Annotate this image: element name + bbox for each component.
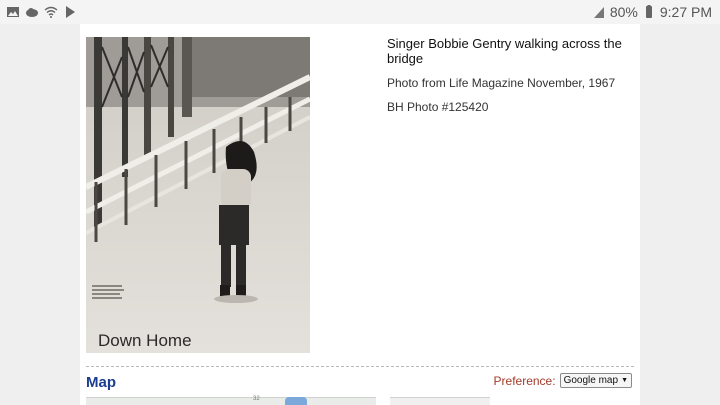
preference-label: Preference: — [493, 373, 556, 388]
map-type-value: Google map — [563, 375, 619, 386]
photo-illustration — [86, 37, 310, 353]
battery-percent: 80% — [609, 4, 638, 20]
map-label: 32 — [253, 396, 260, 402]
photo-caption: Down Home — [98, 331, 192, 350]
clock: 9:27 PM — [659, 4, 712, 20]
photo-info: Singer Bobbie Gentry walking across the … — [387, 36, 627, 114]
map-heading: Map — [86, 374, 116, 391]
section-divider — [86, 366, 634, 367]
wifi-icon — [44, 5, 58, 19]
map-secondary-view[interactable] — [390, 397, 490, 405]
play-store-icon — [63, 5, 77, 19]
map-view[interactable] — [86, 397, 376, 405]
page-content[interactable]: Down Home Singer Bobbie Gentry walking a… — [80, 24, 640, 405]
dropdown-arrow-icon: ▼ — [621, 377, 628, 384]
battery-icon — [642, 5, 656, 19]
status-bar: 80% 9:27 PM — [0, 0, 720, 24]
cloud-icon — [25, 5, 39, 19]
photo-title: Singer Bobbie Gentry walking across the … — [387, 36, 622, 66]
map-road — [285, 397, 307, 405]
photo-source: Photo from Life Magazine November, 1967 — [387, 76, 616, 90]
left-gutter — [0, 24, 80, 405]
status-right: 80% 9:27 PM — [592, 4, 712, 20]
signal-icon — [592, 5, 606, 19]
right-gutter — [640, 24, 720, 405]
photo-id: BH Photo #125420 — [387, 100, 489, 114]
bridge-photo[interactable]: Down Home — [86, 37, 310, 353]
map-type-select[interactable]: Google map ▼ — [559, 373, 632, 388]
map-preference: Preference: Google map ▼ — [494, 373, 632, 388]
image-icon — [6, 5, 20, 19]
notification-icons — [6, 5, 77, 19]
